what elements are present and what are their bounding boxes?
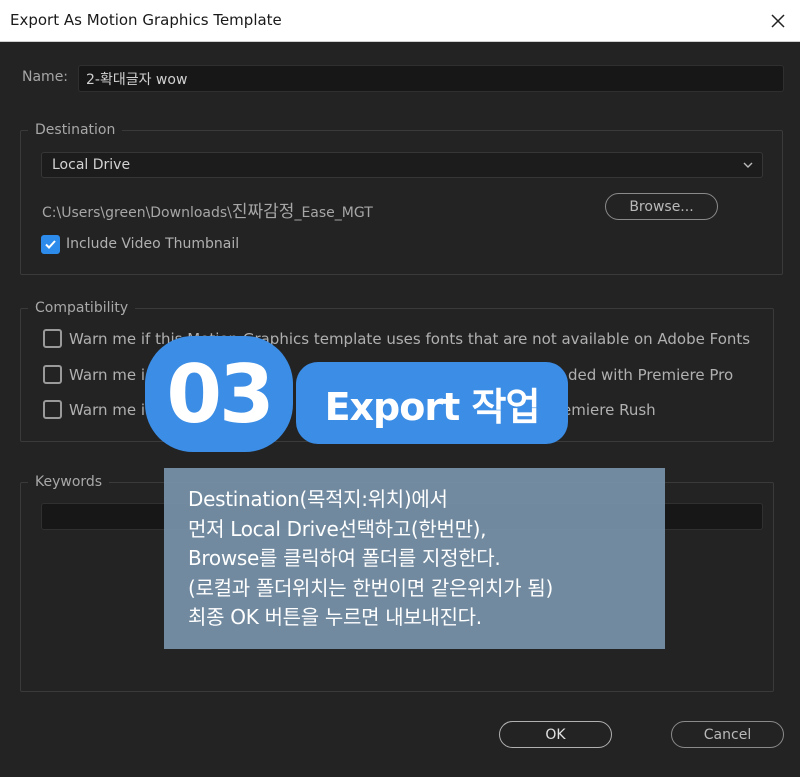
destination-path: C:\Users\green\Downloads\진짜감정_Ease_MGT <box>42 197 373 222</box>
warn-premiere-rush-label-left: Warn me i <box>69 401 146 419</box>
name-input[interactable] <box>78 65 784 92</box>
instruction-line: 먼저 Local Drive선택하고(한번만), <box>188 516 487 541</box>
browse-label: Browse... <box>629 198 694 215</box>
warn-premiere-rush-label-right: emiere Rush <box>562 401 656 419</box>
warn-premiere-rush-checkbox[interactable] <box>43 400 62 419</box>
step-title-badge: Export 작업 <box>296 362 568 444</box>
name-label: Name: <box>22 69 69 85</box>
title-bar: Export As Motion Graphics Template <box>0 0 800 42</box>
instruction-line: Browse를 클릭하여 폴더를 지정한다. <box>188 546 501 570</box>
path-suffix: _Ease_MGT <box>294 205 373 221</box>
ok-button[interactable]: OK <box>499 721 612 748</box>
warn-fonts-checkbox[interactable] <box>43 329 62 348</box>
step-number-badge: 03 <box>145 336 293 452</box>
path-korean: 진짜감정 <box>231 202 295 222</box>
compatibility-title: Compatibility <box>28 300 136 316</box>
path-prefix: C:\Users\green\Downloads\ <box>42 205 232 221</box>
destination-title: Destination <box>28 122 123 138</box>
include-thumbnail-checkbox[interactable] <box>41 235 60 254</box>
close-icon <box>771 14 785 28</box>
warn-premiere-pro-label-left: Warn me i <box>69 366 146 384</box>
keywords-title: Keywords <box>28 474 110 490</box>
instruction-line: 최종 OK 버튼을 누르면 내보내진다. <box>188 605 482 629</box>
window-title: Export As Motion Graphics Template <box>10 11 282 29</box>
instruction-line: Destination(목적지:위치)에서 <box>188 487 448 511</box>
cancel-button[interactable]: Cancel <box>671 721 784 748</box>
include-thumbnail-label: Include Video Thumbnail <box>66 236 240 252</box>
warn-premiere-pro-checkbox[interactable] <box>43 365 62 384</box>
instruction-box: Destination(목적지:위치)에서 먼저 Local Drive선택하고… <box>164 468 665 649</box>
cancel-label: Cancel <box>703 726 752 743</box>
browse-button[interactable]: Browse... <box>605 193 718 220</box>
warn-premiere-pro-label-right: ded with Premiere Pro <box>568 366 734 384</box>
ok-label: OK <box>545 726 566 743</box>
close-button[interactable] <box>762 5 794 37</box>
instruction-line: (로컬과 폴더위치는 한번이면 같은위치가 됨) <box>188 575 554 600</box>
destination-select-value: Local Drive <box>52 157 131 173</box>
destination-select[interactable]: Local Drive <box>41 152 763 178</box>
checkmark-icon <box>45 240 56 249</box>
chevron-down-icon <box>743 162 753 168</box>
